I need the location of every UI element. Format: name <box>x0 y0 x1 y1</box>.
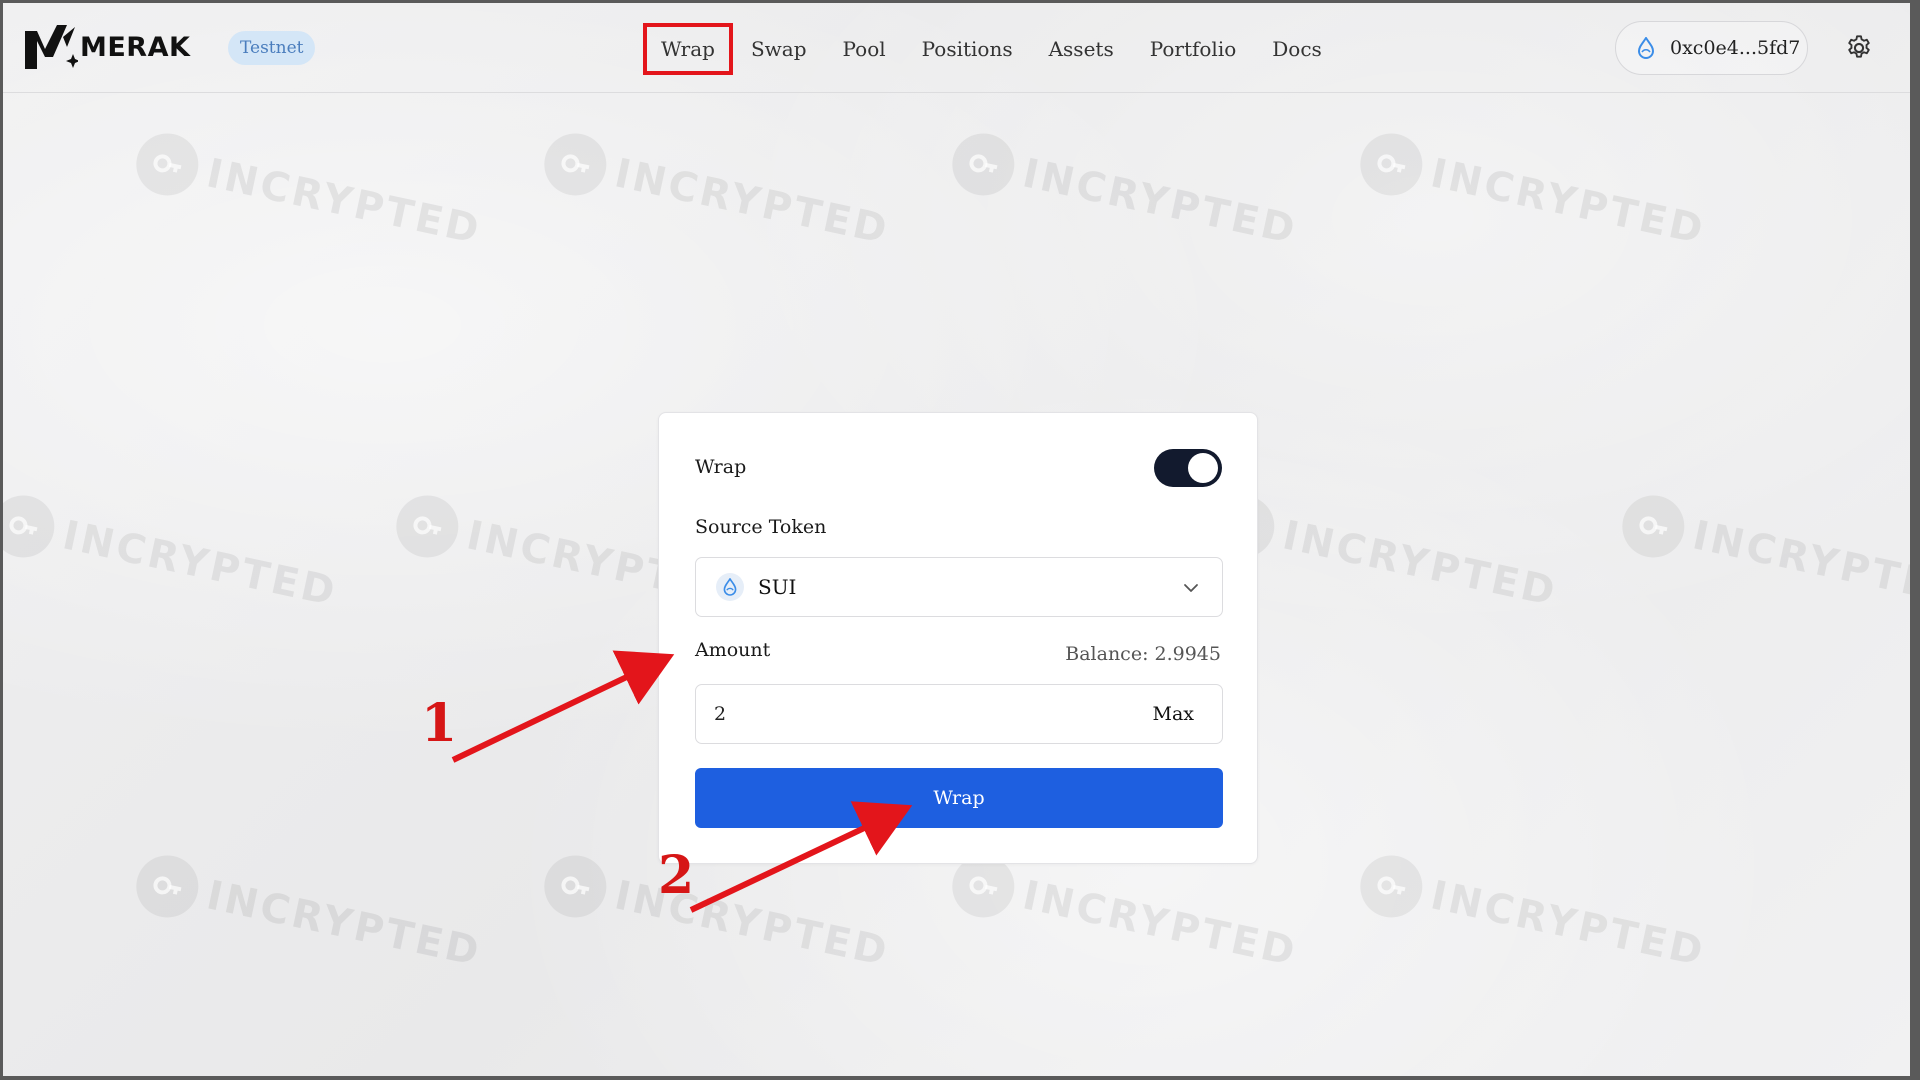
annotation-step-2: 2 <box>658 845 695 906</box>
page-frame: INCRYPTEDINCRYPTEDINCRYPTEDINCRYPTEDINCR… <box>3 3 1910 1076</box>
arrow-to-amount <box>451 650 675 763</box>
arrow-to-wrap-button <box>689 801 913 913</box>
annotation-step-1: 1 <box>421 693 458 754</box>
annotation-arrows <box>451 650 913 913</box>
